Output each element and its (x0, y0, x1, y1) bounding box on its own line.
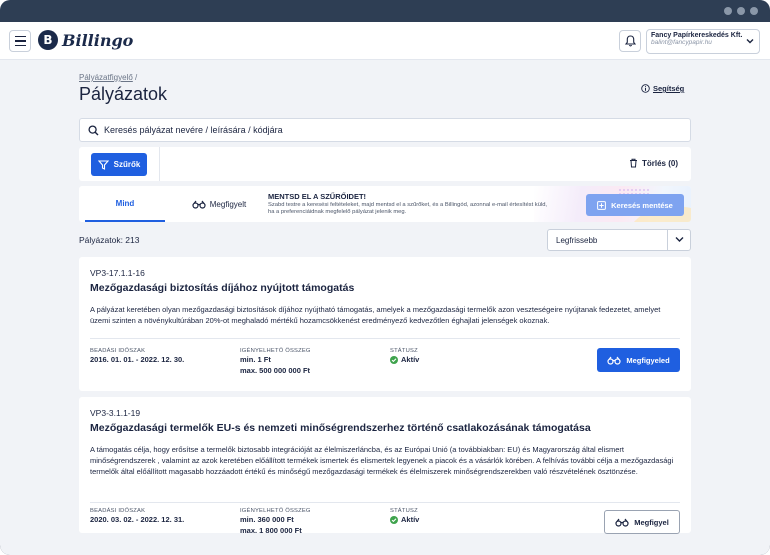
divider (667, 230, 668, 250)
tab-all[interactable]: Mind (85, 186, 165, 222)
window-dot[interactable] (750, 7, 758, 15)
check-circle-icon (390, 515, 398, 524)
check-circle-icon (390, 355, 398, 364)
period-value: 2016. 01. 01. - 2022. 12. 30. (90, 355, 185, 364)
window-dot[interactable] (737, 7, 745, 15)
help-label: Segítség (653, 84, 685, 93)
status-value: Aktív (401, 355, 420, 364)
binoculars-icon (192, 200, 206, 209)
status-value: Aktív (401, 515, 420, 524)
account-switcher[interactable]: Fancy Papírkereskedés Kft. balint@fancyp… (646, 29, 760, 54)
search-bar (79, 118, 691, 142)
results-count: Pályázatok: 213 (79, 235, 140, 245)
page-title: Pályázatok (79, 84, 168, 104)
help-link[interactable]: Segítség (641, 84, 684, 93)
amount-max: max. 1 800 000 Ft (240, 526, 302, 535)
status-badge: Aktív (390, 354, 419, 365)
requestable-amount: IGÉNYELHETŐ ÖSSZEG min. 1 Ft max. 500 00… (240, 348, 311, 376)
grant-card[interactable]: VP3-3.1.1-19 Mezőgazdasági termelők EU-s… (79, 397, 691, 536)
logo-mark: B (38, 30, 58, 50)
period-value: 2020. 03. 02. - 2022. 12. 31. (90, 515, 185, 524)
grant-code: VP3-3.1.1-19 (90, 408, 141, 418)
breadcrumb: Pályázatfigyelő / (79, 73, 137, 82)
watch-button-label: Megfigyeled (626, 355, 670, 365)
chevron-down-icon (746, 39, 754, 44)
promo-text: Szabd testre a keresési feltételeket, ma… (268, 202, 548, 215)
tabs-bar: Mind Megfigyelt MENTSD EL A SZŰRŐIDET! S… (79, 186, 691, 222)
sort-select[interactable]: Legfrissebb (547, 229, 691, 251)
watch-button[interactable]: Megfigyel (604, 510, 680, 534)
grant-description: A támogatás célja, hogy erősítse a terme… (90, 445, 674, 476)
tab-watched-label: Megfigyelt (209, 199, 247, 209)
window-chrome (0, 0, 770, 22)
amount-min: min. 1 Ft (240, 355, 271, 364)
grant-title[interactable]: Mezőgazdasági biztosítás díjához nyújtot… (90, 282, 354, 294)
binoculars-icon (615, 518, 629, 527)
chevron-down-icon (675, 237, 684, 242)
grant-description: A pályázat keretében olyan mezőgazdasági… (90, 305, 661, 325)
submission-period: BEADÁSI IDŐSZAK 2016. 01. 01. - 2022. 12… (90, 348, 184, 365)
trash-icon (630, 158, 637, 168)
window-dot[interactable] (724, 7, 732, 15)
menu-icon[interactable] (9, 30, 31, 52)
filters-label: Szűrők (113, 160, 141, 169)
breadcrumb-link[interactable]: Pályázatfigyelő (79, 73, 133, 82)
promo-title: MENTSD EL A SZŰRŐIDET! (268, 192, 367, 201)
grant-title[interactable]: Mezőgazdasági termelők EU-s és nemzeti m… (90, 422, 591, 434)
divider (90, 502, 680, 503)
window-controls (724, 7, 758, 15)
plus-square-icon (597, 200, 607, 210)
search-icon (88, 124, 99, 135)
clear-filters-button[interactable]: Törlés (0) (629, 158, 678, 168)
logo-text: Billingo (62, 30, 134, 50)
amount-min: min. 360 000 Ft (240, 515, 294, 524)
info-icon (641, 84, 650, 93)
amount-max: max. 500 000 000 Ft (240, 366, 311, 375)
notification-bell-icon[interactable] (619, 30, 641, 52)
grant-status: STÁTUSZ Aktív (390, 508, 419, 525)
top-bar: B Billingo Fancy Papírkereskedés Kft. ba… (0, 22, 770, 60)
submission-period: BEADÁSI IDŐSZAK 2020. 03. 02. - 2022. 12… (90, 508, 184, 525)
requestable-amount: IGÉNYELHETŐ ÖSSZEG min. 360 000 Ft max. … (240, 508, 311, 536)
tab-watched[interactable]: Megfigyelt (179, 186, 259, 222)
tab-all-label: Mind (115, 198, 135, 208)
account-name: Fancy Papírkereskedés Kft. (651, 32, 743, 39)
watch-button-label: Megfigyel (634, 517, 669, 527)
clear-filters-label: Törlés (0) (642, 158, 679, 168)
grant-card[interactable]: VP3-17.1.1-16 Mezőgazdasági biztosítás d… (79, 257, 691, 391)
status-badge: Aktív (390, 514, 419, 525)
divider (90, 338, 680, 339)
browser-window: B Billingo Fancy Papírkereskedés Kft. ba… (0, 0, 770, 555)
breadcrumb-separator: / (135, 73, 138, 82)
filters-button[interactable]: Szűrők (91, 153, 147, 176)
account-email: balint@fancypapir.hu (651, 39, 712, 46)
search-input[interactable] (104, 125, 664, 135)
save-search-label: Keresés mentése (611, 200, 673, 210)
grant-status: STÁTUSZ Aktív (390, 348, 419, 365)
binoculars-icon (607, 356, 621, 365)
divider (159, 147, 160, 181)
billingo-logo[interactable]: B Billingo (38, 30, 133, 50)
watch-button[interactable]: Megfigyeled (597, 348, 680, 372)
save-search-button[interactable]: Keresés mentése (586, 194, 684, 216)
grant-code: VP3-17.1.1-16 (90, 268, 145, 278)
filter-bar: Szűrők Törlés (0) (79, 147, 691, 181)
funnel-icon (97, 159, 109, 170)
sort-value: Legfrissebb (556, 235, 598, 245)
